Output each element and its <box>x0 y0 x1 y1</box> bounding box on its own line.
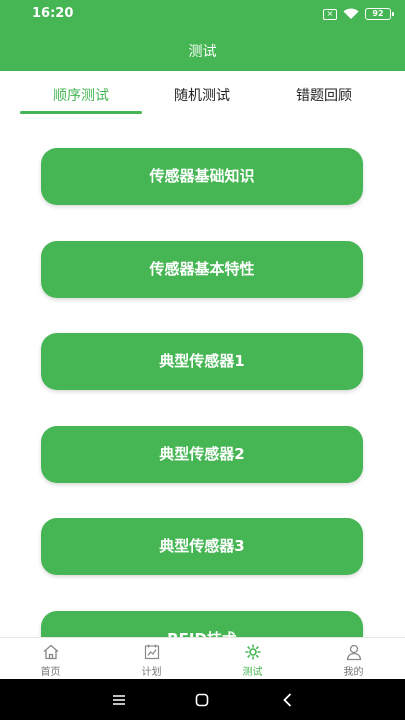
nav-home-label: 首页 <box>40 667 61 678</box>
plan-icon <box>144 644 159 660</box>
bottom-nav: 首页 计划 测试 我的 <box>0 637 405 679</box>
home-button-icon[interactable] <box>193 691 211 709</box>
quiz-item-button[interactable]: 典型传感器2 <box>41 426 363 483</box>
quiz-list[interactable]: 传感器基础知识 传感器基本特性 典型传感器1 典型传感器2 典型传感器3 RFI… <box>0 116 405 637</box>
nav-plan[interactable]: 计划 <box>101 638 202 680</box>
profile-icon <box>346 644 361 661</box>
battery-icon: 92 <box>365 8 394 20</box>
status-icons: × 92 <box>323 7 394 21</box>
test-icon <box>245 644 260 660</box>
status-time: 16:20 <box>32 6 74 21</box>
nav-profile[interactable]: 我的 <box>303 638 404 680</box>
nav-test[interactable]: 测试 <box>202 638 303 680</box>
tab-sequential-test[interactable]: 顺序测试 <box>20 71 142 116</box>
nav-home[interactable]: 首页 <box>0 638 101 680</box>
app-screen: 16:20 × 92 测试 顺序测试 随机测试 错题回顾 传感器基础知识 传感器… <box>0 0 405 720</box>
app-header: 测试 <box>0 28 405 71</box>
quiz-item-button[interactable]: 典型传感器3 <box>41 518 363 575</box>
page-title: 测试 <box>188 44 217 60</box>
active-tab-indicator <box>20 111 142 114</box>
tab-wrong-review[interactable]: 错题回顾 <box>263 71 385 116</box>
nav-test-label: 测试 <box>242 667 263 678</box>
quiz-item-button[interactable]: 传感器基本特性 <box>41 241 363 298</box>
back-icon[interactable] <box>279 691 297 709</box>
sim-card-icon: × <box>323 8 337 20</box>
system-nav-bar <box>0 679 405 720</box>
quiz-item-button[interactable]: 传感器基础知识 <box>41 148 363 205</box>
tab-bar: 顺序测试 随机测试 错题回顾 <box>0 71 405 116</box>
quiz-item-button[interactable]: RFID技术 <box>41 611 363 637</box>
nav-plan-label: 计划 <box>141 667 162 678</box>
wifi-icon <box>343 8 359 19</box>
quiz-item-button[interactable]: 典型传感器1 <box>41 333 363 390</box>
nav-profile-label: 我的 <box>343 667 364 678</box>
status-bar: 16:20 × 92 <box>0 0 405 28</box>
tab-random-test[interactable]: 随机测试 <box>141 71 263 116</box>
home-icon <box>43 644 58 660</box>
menu-icon[interactable] <box>110 691 128 709</box>
